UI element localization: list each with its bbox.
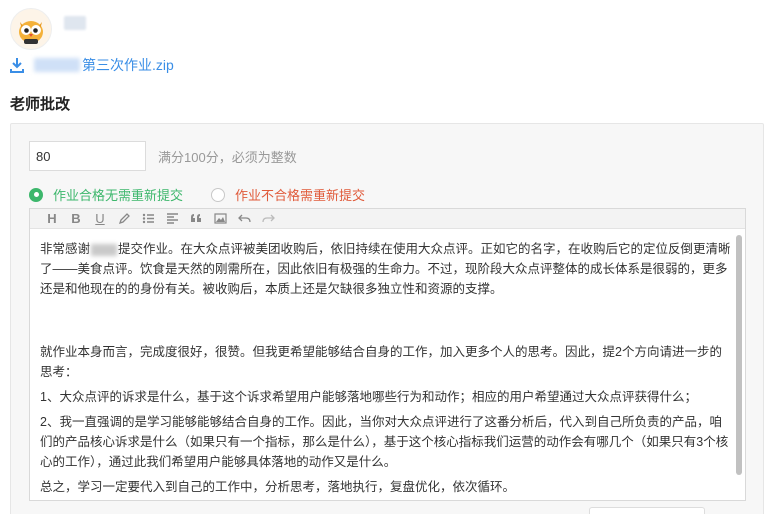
avatar[interactable]: [10, 8, 52, 50]
radio-fail[interactable]: 作业不合格需重新提交: [211, 185, 365, 204]
comment-paragraph-1: 非常感谢 提交作业。在大众点评被美团收购后，依旧持续在使用大众点评。正如它的名字，…: [40, 239, 731, 299]
owl-avatar-icon: [19, 21, 43, 44]
submit-button-partial[interactable]: [589, 507, 705, 514]
comment-paragraph-4: 2、我一直强调的是学习能够能够结合自身的工作。因此，当你对大众点评进行了这番分析…: [40, 415, 729, 469]
comment-p1-rest: 提交作业。在大众点评被美团收购后，依旧持续在使用大众点评。正如它的名字，在收购后…: [40, 242, 731, 296]
align-icon[interactable]: [160, 210, 184, 228]
student-name-redacted: [91, 243, 118, 256]
comment-p1-start: 非常感谢: [40, 242, 91, 256]
editor-scrollbar[interactable]: [736, 235, 742, 475]
redo-icon[interactable]: [256, 210, 280, 228]
comment-text[interactable]: 非常感谢 提交作业。在大众点评被美团收购后，依旧持续在使用大众点评。正如它的名字，…: [30, 230, 745, 500]
undo-icon[interactable]: [232, 210, 256, 228]
result-radio-group: 作业合格无需重新提交 作业不合格需重新提交: [29, 185, 365, 204]
attachment-link[interactable]: 第三次作业.zip: [82, 55, 174, 75]
list-icon[interactable]: [136, 210, 160, 228]
underline-icon[interactable]: U: [88, 210, 112, 228]
download-icon[interactable]: [10, 57, 24, 73]
comment-paragraph-3: 1、大众点评的诉求是什么，基于这个诉求希望用户能够落地哪些行为和动作；相应的用户…: [40, 390, 697, 404]
username-redacted: [64, 16, 86, 30]
grading-panel: 满分100分，必须为整数 作业合格无需重新提交 作业不合格需重新提交 H B U: [10, 123, 764, 514]
attachment-row[interactable]: 第三次作业.zip: [10, 55, 174, 75]
editor-toolbar: H B U: [30, 209, 745, 229]
bold-icon[interactable]: B: [64, 210, 88, 228]
comment-paragraph-5: 总之，学习一定要代入到自己的工作中，分析思考，落地执行，复盘优化，依次循环。: [40, 480, 516, 494]
pen-icon[interactable]: [112, 210, 136, 228]
filename-redacted: [34, 58, 80, 72]
radio-fail-label: 作业不合格需重新提交: [235, 188, 366, 203]
comment-paragraph-2: 就作业本身而言，完成度很好，很赞。但我更希望能够结合自身的工作，加入更多个人的思…: [40, 345, 722, 379]
section-title: 老师批改: [10, 96, 71, 113]
radio-unchecked-icon: [211, 187, 226, 202]
score-row: 满分100分，必须为整数: [29, 141, 297, 171]
radio-pass-label: 作业合格无需重新提交: [53, 188, 184, 203]
comment-editor[interactable]: H B U 非常感谢 提交作业。在大众点评被美团收购后，依旧持续在使用大众点评。…: [29, 208, 746, 501]
user-header: [10, 8, 86, 50]
radio-checked-icon: [29, 187, 43, 202]
heading-icon[interactable]: H: [40, 210, 64, 228]
score-hint: 满分100分，必须为整数: [158, 149, 297, 165]
quote-icon[interactable]: [184, 210, 208, 228]
image-icon[interactable]: [208, 210, 232, 228]
radio-pass[interactable]: 作业合格无需重新提交: [29, 185, 183, 204]
score-input[interactable]: [29, 141, 146, 171]
